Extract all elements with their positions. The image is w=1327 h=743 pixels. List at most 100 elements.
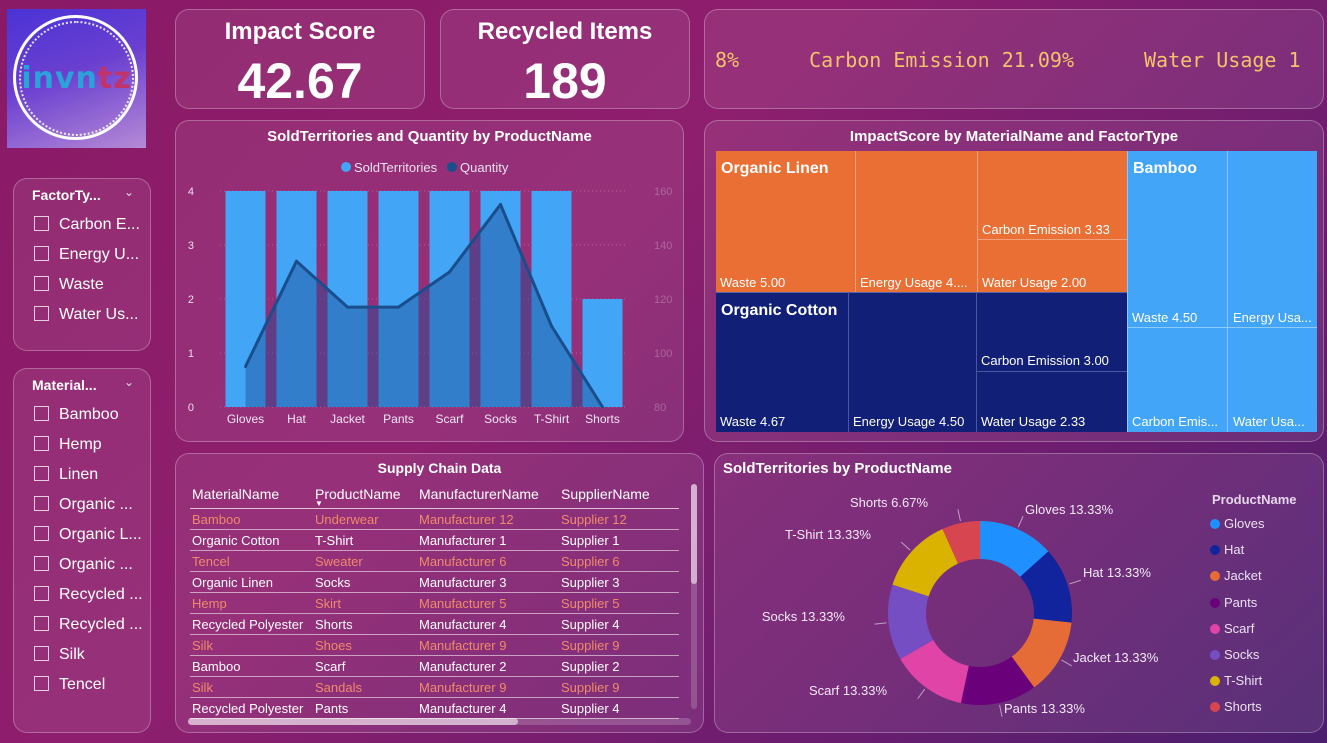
slicer-option[interactable]: Water Us... bbox=[34, 304, 138, 326]
legend-label: Jacket bbox=[1224, 568, 1262, 584]
table-cell: Manufacturer 2 bbox=[417, 655, 559, 677]
kpi-label: Impact Score bbox=[224, 18, 376, 45]
column-header[interactable]: ManufacturerName bbox=[417, 482, 559, 509]
slicer-option[interactable]: Bamboo bbox=[34, 404, 119, 426]
table-cell: Manufacturer 9 bbox=[417, 634, 559, 656]
legend-item-gloves[interactable]: Gloves bbox=[1210, 516, 1264, 531]
legend-item-shorts[interactable]: Shorts bbox=[1210, 699, 1262, 714]
donut-chart-card[interactable]: SoldTerritories by ProductName Gloves 13… bbox=[714, 453, 1324, 733]
quantity-point-socks bbox=[499, 203, 502, 206]
table-cell: Pants bbox=[313, 697, 417, 719]
legend-item-socks[interactable]: Socks bbox=[1210, 647, 1259, 662]
checkbox[interactable] bbox=[34, 496, 49, 511]
treemap-card[interactable]: ImpactScore by MaterialName and FactorTy… bbox=[704, 120, 1324, 442]
slicer-title: Material... bbox=[32, 377, 97, 393]
slicer-option[interactable]: Recycled ... bbox=[34, 584, 143, 606]
table-row[interactable]: Tencel Sweater Manufacturer 6 Supplier 6 bbox=[190, 550, 679, 572]
slicer-option[interactable]: Recycled ... bbox=[34, 614, 143, 636]
checkbox[interactable] bbox=[34, 676, 49, 691]
vertical-scrollbar[interactable] bbox=[691, 484, 697, 709]
table-row[interactable]: Silk Shoes Manufacturer 9 Supplier 9 bbox=[190, 634, 679, 656]
table-row[interactable]: Hemp Skirt Manufacturer 5 Supplier 5 bbox=[190, 592, 679, 614]
checkbox[interactable] bbox=[34, 586, 49, 601]
checkbox[interactable] bbox=[34, 466, 49, 481]
materialname-slicer[interactable]: Material... ⌄ Bamboo Hemp Linen Organic … bbox=[13, 368, 151, 733]
column-header[interactable]: SupplierName bbox=[559, 482, 679, 509]
slicer-option[interactable]: Carbon E... bbox=[34, 214, 140, 236]
checkbox[interactable] bbox=[34, 306, 49, 321]
kpi-impact-score-card[interactable]: Impact Score 42.67 bbox=[175, 9, 425, 109]
scrollbar-thumb[interactable] bbox=[188, 718, 518, 725]
checkbox[interactable] bbox=[34, 526, 49, 541]
table-row[interactable]: Organic Cotton T-Shirt Manufacturer 1 Suppl… bbox=[190, 529, 679, 551]
legend-item-scarf[interactable]: Scarf bbox=[1210, 621, 1254, 636]
table-row[interactable]: Recycled Polyester Shorts Manufacturer 4 Su… bbox=[190, 613, 679, 635]
checkbox[interactable] bbox=[34, 556, 49, 571]
legend-label: Scarf bbox=[1224, 620, 1255, 636]
sort-desc-icon[interactable]: ▼ bbox=[315, 499, 323, 508]
kpi-recycled-items-card[interactable]: Recycled Items 189 bbox=[440, 9, 690, 109]
checkbox[interactable] bbox=[34, 616, 49, 631]
checkbox[interactable] bbox=[34, 646, 49, 661]
combo-chart-card[interactable]: SoldTerritories and Quantity by ProductN… bbox=[175, 120, 684, 442]
legend-item-hat[interactable]: Hat bbox=[1210, 542, 1244, 557]
supply-chain-table-card[interactable]: Supply Chain Data MaterialName ProductNa… bbox=[175, 453, 704, 733]
legend-swatch bbox=[1210, 597, 1220, 608]
table-cell: T-Shirt bbox=[313, 529, 417, 551]
table-cell: Supplier 6 bbox=[559, 550, 679, 572]
combo-chart[interactable]: SoldTerritories Quantity 0 1 2 3 4 80 100 120 14… bbox=[176, 121, 683, 441]
slicer-option[interactable]: Organic L... bbox=[34, 524, 142, 546]
slice-leader-line bbox=[957, 509, 961, 522]
checkbox[interactable] bbox=[34, 216, 49, 231]
supply-chain-table[interactable]: MaterialName ProductName ▼ ManufacturerNa… bbox=[190, 482, 679, 719]
checkbox[interactable] bbox=[34, 436, 49, 451]
legend-item-t-shirt[interactable]: T-Shirt bbox=[1210, 673, 1262, 688]
chevron-down-icon[interactable]: ⌄ bbox=[124, 375, 134, 389]
slice-label: Gloves 13.33% bbox=[1025, 502, 1114, 517]
slicer-option[interactable]: Organic ... bbox=[34, 494, 133, 516]
table-cell: Recycled Polyester bbox=[190, 613, 313, 635]
quantity-point-pants bbox=[397, 305, 400, 309]
legend-label-quantity: Quantity bbox=[460, 160, 509, 175]
ticker-item: 8% bbox=[715, 48, 740, 72]
checkbox[interactable] bbox=[34, 246, 49, 261]
treemap[interactable]: Organic Linen Waste 5.00 Energy Usage 4.… bbox=[705, 121, 1323, 441]
treemap-cell: Carbon Emission 3.00 bbox=[981, 353, 1109, 368]
slice-label: Jacket 13.33% bbox=[1073, 650, 1159, 665]
checkbox[interactable] bbox=[34, 406, 49, 421]
table-row[interactable]: Bamboo Underwear Manufacturer 12 Supplier 1… bbox=[190, 508, 679, 530]
checkbox[interactable] bbox=[34, 276, 49, 291]
x-tick-label: Jacket bbox=[330, 412, 365, 426]
slicer-option[interactable]: Tencel bbox=[34, 674, 105, 696]
scrollbar-thumb[interactable] bbox=[691, 484, 697, 584]
column-header[interactable]: MaterialName bbox=[190, 482, 313, 509]
table-title: Supply Chain Data bbox=[377, 460, 502, 476]
table-row[interactable]: Recycled Polyester Pants Manufacturer 4 Sup… bbox=[190, 697, 679, 719]
table-cell: Manufacturer 5 bbox=[417, 592, 559, 614]
legend-item-pants[interactable]: Pants bbox=[1210, 595, 1257, 610]
legend-item-jacket[interactable]: Jacket bbox=[1210, 568, 1262, 583]
slicer-option[interactable]: Linen bbox=[34, 464, 98, 486]
table-cell: Supplier 1 bbox=[559, 529, 679, 551]
table-row[interactable]: Silk Sandals Manufacturer 9 Supplier 9 bbox=[190, 676, 679, 698]
table-header-row: MaterialName ProductName ▼ ManufacturerNa… bbox=[190, 482, 679, 509]
scrolling-ticker: 8% Carbon Emission 21.09% Water Usage 1 bbox=[715, 48, 1317, 72]
factortype-slicer[interactable]: FactorTy... ⌄ Carbon E... Energy U... Wa… bbox=[13, 178, 151, 351]
table-cell: Recycled Polyester bbox=[190, 697, 313, 719]
table-row[interactable]: Bamboo Scarf Manufacturer 2 Supplier 2 bbox=[190, 655, 679, 677]
legend-label: Socks bbox=[1224, 647, 1260, 662]
treemap-group-label: Bamboo bbox=[1133, 160, 1197, 177]
slicer-option[interactable]: Hemp bbox=[34, 434, 102, 456]
chevron-down-icon[interactable]: ⌄ bbox=[124, 185, 134, 199]
table-cell: Bamboo bbox=[190, 655, 313, 677]
slicer-option[interactable]: Energy U... bbox=[34, 244, 139, 266]
slicer-option[interactable]: Silk bbox=[34, 644, 85, 666]
legend-label-soldterritories: SoldTerritories bbox=[354, 160, 438, 175]
slicer-option[interactable]: Waste bbox=[34, 274, 104, 296]
table-row[interactable]: Organic Linen Socks Manufacturer 3 Supplier… bbox=[190, 571, 679, 593]
column-header[interactable]: ProductName ▼ bbox=[313, 482, 417, 509]
slicer-option[interactable]: Organic ... bbox=[34, 554, 133, 576]
factor-ticker-card[interactable]: 8% Carbon Emission 21.09% Water Usage 1 bbox=[704, 9, 1324, 109]
horizontal-scrollbar[interactable] bbox=[188, 718, 691, 725]
kpi-value: 189 bbox=[523, 53, 607, 109]
